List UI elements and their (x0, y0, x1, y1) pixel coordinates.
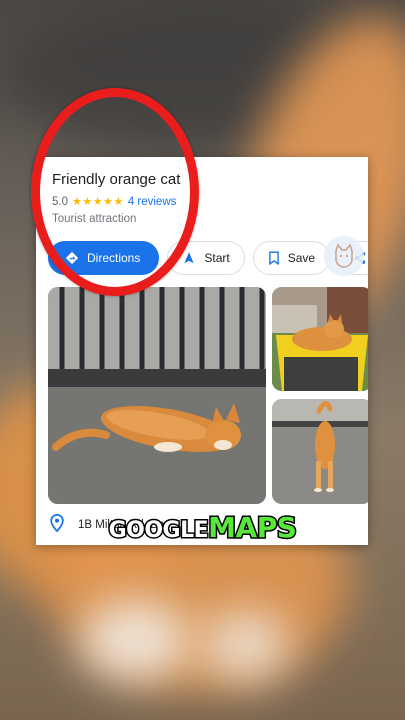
caption-word-maps: MAPS (207, 510, 299, 546)
floating-cat-avatar-icon (324, 236, 364, 276)
cat-standing-photo[interactable] (272, 399, 368, 504)
bookmark-icon (268, 251, 280, 265)
start-label: Start (204, 251, 230, 265)
video-caption: GOOGLEMAPS (0, 510, 405, 548)
save-button[interactable]: Save (252, 241, 331, 275)
save-label: Save (287, 251, 316, 265)
cat-lying-photo[interactable] (48, 287, 266, 504)
caption-word-google: GOOGLE (107, 517, 210, 545)
red-highlight-circle (31, 88, 199, 296)
navigation-arrow-icon (182, 251, 196, 265)
cat-on-bin-photo[interactable] (272, 287, 368, 391)
